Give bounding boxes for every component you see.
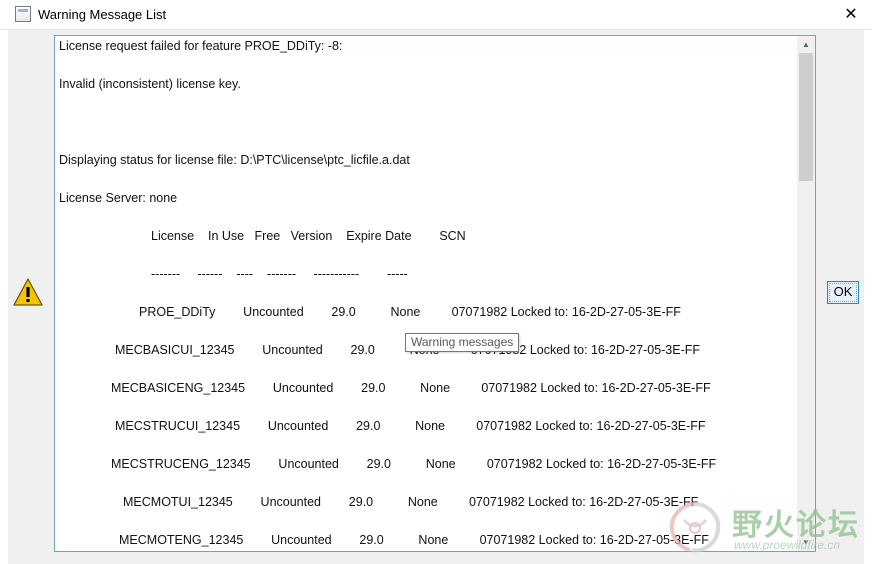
table-header: License In Use Free Version Expire Date … [151,229,466,243]
table-divider: ------- ------ ---- ------- ----------- … [151,267,408,281]
scroll-thumb[interactable] [799,53,813,181]
message-line: License Server: none [59,191,178,205]
close-button[interactable]: ✕ [830,0,872,30]
watermark-url: www.proewildfire.cn [734,538,841,552]
table-row: MECBASICENG_12345 Uncounted 29.0 None 07… [111,381,711,395]
ok-button[interactable]: OK [827,281,859,304]
message-list-box[interactable]: License request failed for feature PROE_… [54,35,816,552]
message-list-content: License request failed for feature PROE_… [55,36,797,551]
warning-triangle-icon [13,278,43,306]
window-icon [15,6,31,22]
table-row: PROE_DDiTy Uncounted 29.0 None 07071982 … [139,305,681,319]
tooltip: Warning messages [405,333,520,352]
scroll-up-arrow-icon[interactable]: ▲ [797,36,815,53]
message-line: Invalid (inconsistent) license key. [59,77,241,91]
title-bar: Warning Message List ✕ [0,0,872,30]
table-row: MECMOTUI_12345 Uncounted 29.0 None 07071… [123,495,699,509]
watermark-logo-icon [669,502,721,553]
table-row: MECSTRUCENG_12345 Uncounted 29.0 None 07… [111,457,717,471]
dialog-client-area: License request failed for feature PROE_… [8,30,864,564]
vertical-scrollbar[interactable]: ▲ ▼ [797,36,815,551]
table-row: MECMOTENG_12345 Uncounted 29.0 None 0707… [119,533,709,547]
window-title: Warning Message List [38,7,167,22]
message-line: License request failed for feature PROE_… [59,39,343,53]
message-line: Displaying status for license file: D:\P… [59,153,410,167]
table-row: MECSTRUCUI_12345 Uncounted 29.0 None 070… [115,419,706,433]
icon-panel [8,30,54,564]
